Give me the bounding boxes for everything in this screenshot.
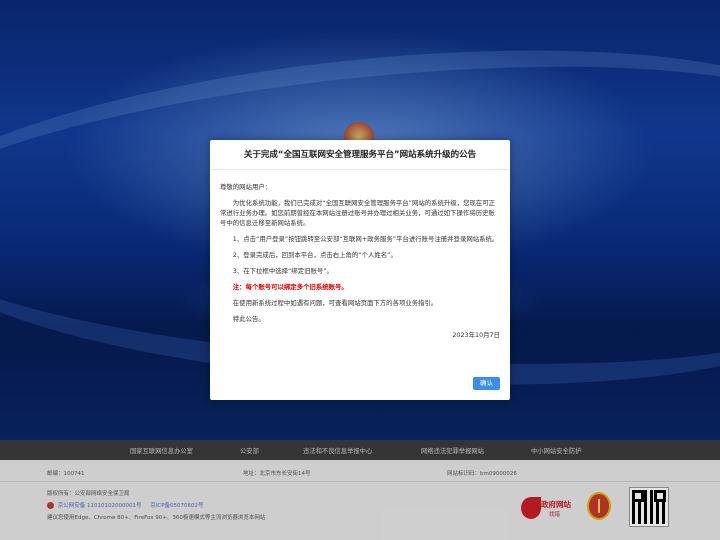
notice-footer: 确认 xyxy=(473,370,500,390)
notice-step-1: 1、点击“用户登录”按钮跳转至公安部“互联网+政务服务”平台进行账号注册并登录网… xyxy=(232,235,499,243)
notice-dialog: 关于完成“全国互联网安全管理服务平台”网站系统升级的公告 尊敬的网站用户： 为优… xyxy=(210,140,510,400)
notice-warning: 注：每个账号可以绑定多个旧系统账号。 xyxy=(232,283,348,291)
notice-greeting: 尊敬的网站用户： xyxy=(220,183,272,191)
notice-step-3: 3、在下拉框中选择“绑定旧账号”。 xyxy=(232,267,333,275)
notice-title: 关于完成“全国互联网安全管理服务平台”网站系统升级的公告 xyxy=(210,140,510,170)
notice-body: 尊敬的网站用户： 为优化系统功能，我们已完成对“全国互联网安全管理服务平台”网站… xyxy=(210,170,510,340)
notice-closing: 特此公告。 xyxy=(232,315,265,323)
notice-paragraph: 在使用新系统过程中如遇有问题，可查看网站页面下方的各项业务指引。 xyxy=(232,299,438,307)
notice-paragraph: 为优化系统功能，我们已完成对“全国互联网安全管理服务平台”网站的系统升级，您现在… xyxy=(220,199,496,227)
notice-step-2: 2、登录完成后，回到本平台，点击右上角的“个人姓名”。 xyxy=(232,251,397,259)
confirm-button[interactable]: 确认 xyxy=(473,377,500,390)
notice-date: 2023年10月7日 xyxy=(452,331,500,339)
